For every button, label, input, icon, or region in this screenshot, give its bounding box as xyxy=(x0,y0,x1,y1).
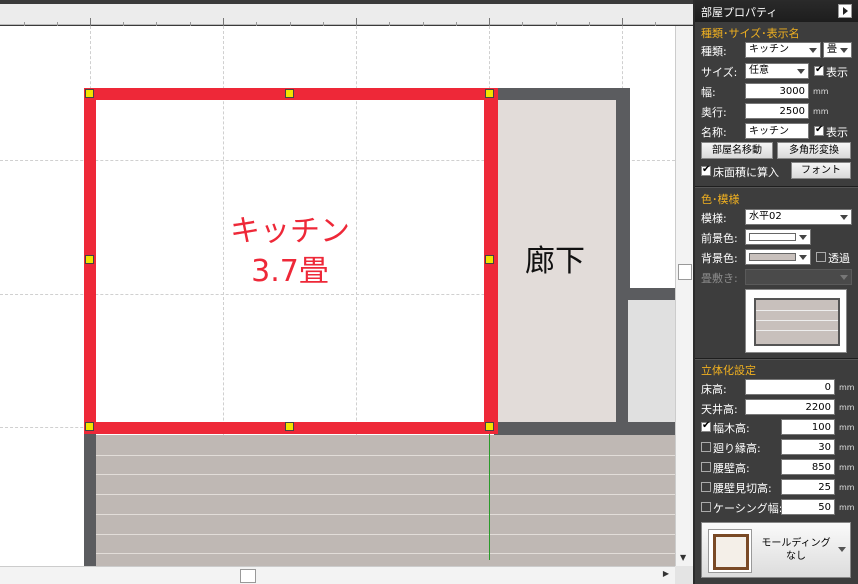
move-room-name-button[interactable]: 部屋名移動 xyxy=(701,142,773,159)
baseboard-checkbox[interactable] xyxy=(701,420,711,432)
size-show-checkbox[interactable] xyxy=(814,64,824,76)
section-3d-settings: 立体化設定 xyxy=(701,364,756,377)
wainscot-unit: mm xyxy=(839,463,855,472)
floor-plan-canvas[interactable]: 廊下 キッチン 3.7畳 ▼ ▶ xyxy=(0,0,693,584)
name-show-label: 表示 xyxy=(826,126,848,139)
resize-handle[interactable] xyxy=(485,89,494,98)
transparent-checkbox[interactable] xyxy=(816,252,826,262)
size-label: サイズ: xyxy=(701,66,738,79)
panel-title: 部屋プロパティ xyxy=(701,6,778,19)
transparent-label: 透過 xyxy=(828,252,850,265)
section-color-pattern: 色･模様 xyxy=(701,193,740,206)
room-properties-panel: 部屋プロパティ 種類･サイズ･表示名 種類: キッチン 畳 サイズ: 任意 表示… xyxy=(695,0,858,584)
cornice-label: 廻り縁高: xyxy=(713,442,761,455)
molding-frame-icon xyxy=(708,529,752,573)
pattern-preview xyxy=(745,289,847,353)
molding-select-button[interactable]: モールディング なし xyxy=(701,522,851,578)
wainscot-trim-input[interactable]: 25 xyxy=(781,479,835,495)
casing-input[interactable]: 50 xyxy=(781,499,835,515)
tatami-select xyxy=(745,269,852,285)
name-label: 名称: xyxy=(701,126,727,139)
top-ruler xyxy=(0,0,693,26)
side-room-floor xyxy=(628,300,675,422)
pattern-select[interactable]: 水平02 xyxy=(745,209,852,225)
size-show-label: 表示 xyxy=(826,66,848,79)
collapse-panel-button[interactable] xyxy=(838,4,852,18)
area-unit-select[interactable]: 畳 xyxy=(823,42,852,58)
floor-height-input[interactable]: 0 xyxy=(745,379,835,395)
scroll-right-icon[interactable]: ▶ xyxy=(663,569,669,578)
type-label: 種類: xyxy=(701,45,727,58)
lower-room-wall xyxy=(84,428,96,566)
scroll-down-icon[interactable]: ▼ xyxy=(680,553,686,562)
name-input[interactable]: キッチン xyxy=(745,123,809,139)
floor-height-label: 床高: xyxy=(701,383,727,396)
vertical-scrollbar[interactable]: ▼ xyxy=(675,26,693,566)
depth-unit: mm xyxy=(813,107,829,116)
depth-label: 奥行: xyxy=(701,106,727,119)
chevron-down-icon xyxy=(838,547,846,552)
width-input[interactable]: 3000 xyxy=(745,83,809,99)
foreground-color-picker[interactable] xyxy=(745,229,811,245)
include-floor-area-label: 床面積に算入 xyxy=(713,166,779,179)
tatami-label: 畳敷き: xyxy=(701,272,738,285)
alignment-guide xyxy=(489,432,490,560)
font-button[interactable]: フォント xyxy=(791,162,851,179)
name-show-checkbox[interactable] xyxy=(814,124,824,136)
baseboard-input[interactable]: 100 xyxy=(781,419,835,435)
room-type-select[interactable]: キッチン xyxy=(745,42,821,58)
molding-value: なし xyxy=(786,551,806,562)
polygon-convert-button[interactable]: 多角形変換 xyxy=(777,142,851,159)
wainscot-trim-unit: mm xyxy=(839,483,855,492)
depth-input[interactable]: 2500 xyxy=(745,103,809,119)
hallway-label[interactable]: 廊下 xyxy=(500,236,610,280)
ceiling-height-input[interactable]: 2200 xyxy=(745,399,835,415)
section-type-size-name: 種類･サイズ･表示名 xyxy=(701,27,800,40)
ceiling-height-unit: mm xyxy=(839,403,855,412)
kitchen-label[interactable]: キッチン 3.7畳 xyxy=(190,212,390,292)
resize-handle[interactable] xyxy=(85,255,94,264)
horizontal-scroll-thumb[interactable] xyxy=(240,569,256,583)
wainscot-trim-label: 腰壁見切高: xyxy=(713,482,772,495)
casing-checkbox[interactable] xyxy=(701,502,711,512)
cornice-unit: mm xyxy=(839,443,855,452)
resize-handle[interactable] xyxy=(485,422,494,431)
foreground-color-label: 前景色: xyxy=(701,232,738,245)
floor-height-unit: mm xyxy=(839,383,855,392)
casing-unit: mm xyxy=(839,503,855,512)
room-area: 3.7畳 xyxy=(251,254,329,289)
resize-handle[interactable] xyxy=(285,422,294,431)
wainscot-input[interactable]: 850 xyxy=(781,459,835,475)
size-select[interactable]: 任意 xyxy=(745,63,809,79)
wainscot-label: 腰壁高: xyxy=(713,462,750,475)
background-color-picker[interactable] xyxy=(745,249,811,265)
include-floor-area-checkbox[interactable] xyxy=(701,164,711,176)
room-name: キッチン xyxy=(230,214,350,249)
vertical-scroll-thumb[interactable] xyxy=(678,264,692,280)
resize-handle[interactable] xyxy=(485,255,494,264)
resize-handle[interactable] xyxy=(85,89,94,98)
baseboard-label: 幅木高: xyxy=(713,422,750,435)
resize-handle[interactable] xyxy=(285,89,294,98)
baseboard-unit: mm xyxy=(839,423,855,432)
cornice-checkbox[interactable] xyxy=(701,442,711,452)
horizontal-scrollbar[interactable]: ▶ xyxy=(0,566,675,584)
ceiling-height-label: 天井高: xyxy=(701,403,738,416)
wainscot-trim-checkbox[interactable] xyxy=(701,482,711,492)
resize-handle[interactable] xyxy=(85,422,94,431)
molding-label: モールディング xyxy=(761,538,831,549)
cornice-input[interactable]: 30 xyxy=(781,439,835,455)
casing-label: ケーシング幅: xyxy=(713,502,783,515)
width-unit: mm xyxy=(813,87,829,96)
panel-title-bar: 部屋プロパティ xyxy=(695,0,858,22)
pattern-label: 模様: xyxy=(701,212,727,225)
scroll-corner xyxy=(675,566,693,584)
wainscot-checkbox[interactable] xyxy=(701,462,711,472)
width-label: 幅: xyxy=(701,86,716,99)
background-color-label: 背景色: xyxy=(701,252,738,265)
